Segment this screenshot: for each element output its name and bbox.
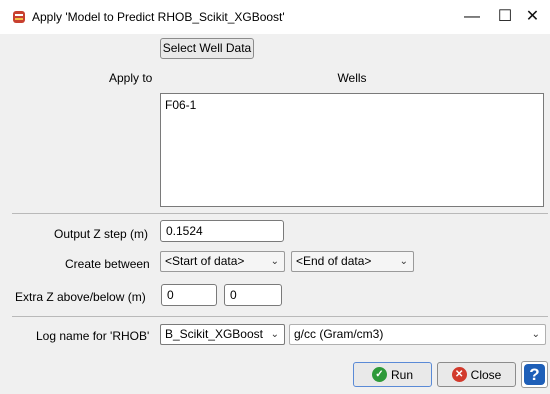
extra-z-above-input[interactable]: 0 bbox=[161, 284, 217, 306]
wells-header: Wells bbox=[337, 71, 367, 85]
help-button[interactable]: ? bbox=[521, 361, 548, 388]
list-item[interactable]: F06-1 bbox=[165, 98, 196, 112]
window-close-button[interactable]: ✕ bbox=[515, 0, 550, 34]
log-name-value: RHOB_Scikit_XGBoost bbox=[165, 327, 263, 341]
extra-z-below-input[interactable]: 0 bbox=[224, 284, 282, 306]
unit-dropdown[interactable]: g/cc (Gram/cm3) ⌄ bbox=[289, 324, 546, 345]
divider bbox=[12, 316, 548, 317]
start-dropdown[interactable]: <Start of data> ⌄ bbox=[160, 251, 285, 272]
create-between-label: Create between bbox=[65, 257, 150, 271]
end-dropdown-value: <End of data> bbox=[296, 254, 372, 268]
wells-list[interactable]: F06-1 bbox=[160, 93, 544, 207]
app-icon bbox=[12, 10, 26, 24]
end-dropdown[interactable]: <End of data> ⌄ bbox=[291, 251, 414, 272]
chevron-down-icon: ⌄ bbox=[270, 256, 279, 267]
chevron-down-icon: ⌄ bbox=[531, 329, 540, 340]
x-circle-icon: ✕ bbox=[451, 367, 467, 382]
chevron-down-icon: ⌄ bbox=[399, 256, 408, 267]
run-button-label: Run bbox=[390, 367, 413, 382]
divider bbox=[12, 213, 548, 214]
chevron-down-icon: ⌄ bbox=[270, 329, 279, 340]
apply-to-label: Apply to bbox=[109, 71, 153, 85]
select-well-data-button[interactable]: Select Well Data bbox=[160, 38, 254, 59]
window-title: Apply 'Model to Predict RHOB_Scikit_XGBo… bbox=[32, 10, 285, 24]
log-name-dropdown[interactable]: RHOB_Scikit_XGBoost ⌄ bbox=[160, 324, 285, 345]
close-button[interactable]: ✕ Close bbox=[437, 362, 516, 387]
unit-value: g/cc (Gram/cm3) bbox=[294, 327, 384, 341]
log-name-label: Log name for 'RHOB' bbox=[36, 329, 150, 343]
run-button[interactable]: ✓ Run bbox=[353, 362, 432, 387]
help-icon: ? bbox=[524, 364, 545, 385]
check-circle-icon: ✓ bbox=[371, 367, 387, 382]
close-button-label: Close bbox=[470, 367, 502, 382]
output-z-step-label: Output Z step (m) bbox=[54, 227, 149, 241]
output-z-step-input[interactable]: 0.1524 bbox=[160, 220, 284, 242]
title-bar: Apply 'Model to Predict RHOB_Scikit_XGBo… bbox=[0, 0, 550, 34]
start-dropdown-value: <Start of data> bbox=[165, 254, 245, 268]
extra-z-label: Extra Z above/below (m) bbox=[15, 290, 146, 304]
